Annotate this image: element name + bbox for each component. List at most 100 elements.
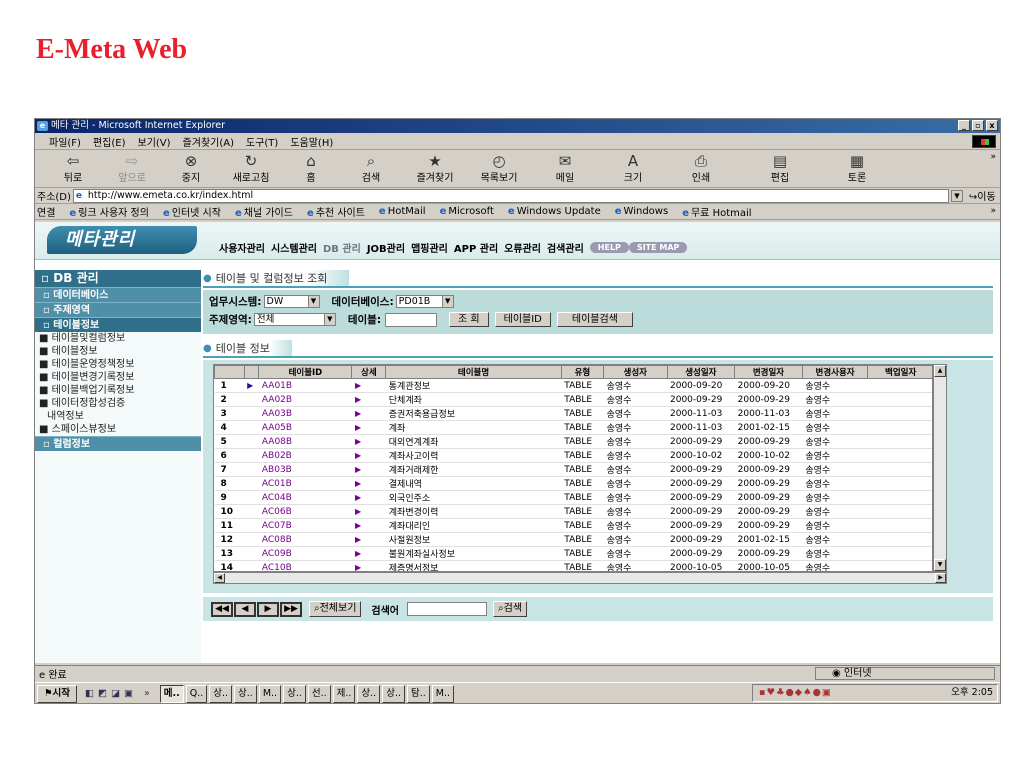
scroll-right-icon[interactable]: ▶ [935, 573, 946, 583]
refresh-button[interactable]: ↻ 새로고침 [219, 152, 283, 186]
taskbar-task[interactable]: 상.. [382, 684, 405, 703]
col-header-changed[interactable]: 변경일자 [734, 365, 803, 379]
prev-page-button[interactable]: ◀ [234, 601, 256, 617]
detail-arrow-icon[interactable]: ▶ [351, 532, 386, 547]
discuss-button[interactable]: ▦ 토론 [825, 152, 889, 186]
detail-arrow-icon[interactable]: ▶ [351, 378, 386, 393]
sidebar-item-database[interactable]: ▫ 데이터베이스 [35, 287, 201, 302]
nav-job-mgmt[interactable]: JOB관리 [367, 240, 405, 255]
col-header-type[interactable]: 유형 [560, 365, 605, 379]
link-channel-guide[interactable]: e 채널 가이드 [235, 204, 293, 219]
link-free-hotmail[interactable]: e 무료 Hotmail [682, 204, 751, 219]
taskbar-task[interactable]: 상.. [209, 684, 233, 703]
detail-arrow-icon[interactable]: ▶ [351, 490, 386, 505]
table-row[interactable]: 1 ▶ AA01B ▶ 통계관정보 TABLE 송영수 2000-09-20 2000-09-2… [214, 378, 932, 393]
menu-file[interactable]: 파일(F) [49, 134, 81, 149]
view-all-button[interactable]: ⌕전체보기 [309, 601, 362, 617]
nav-user-mgmt[interactable]: 사용자관리 [219, 240, 265, 255]
link-recommended[interactable]: e 추천 사이트 [307, 204, 365, 219]
next-page-button[interactable]: ▶ [257, 601, 279, 617]
detail-arrow-icon[interactable]: ▶ [351, 406, 386, 421]
menu-edit[interactable]: 편집(E) [93, 134, 126, 149]
taskbar-task[interactable]: 메.. [159, 684, 184, 703]
sitemap-button[interactable]: SITE MAP [628, 242, 688, 253]
maximize-button[interactable]: ▫ [972, 120, 984, 131]
first-page-button[interactable]: ◀◀ [211, 601, 233, 617]
sidebar-item-table-policy[interactable]: ■ 테이블운영정책정보 [35, 358, 201, 371]
detail-arrow-icon[interactable]: ▶ [351, 420, 386, 435]
menu-help[interactable]: 도움말(H) [290, 134, 333, 149]
sidebar-item-table-change[interactable]: ■ 테이블변경기록정보 [35, 371, 201, 384]
col-header-changer[interactable]: 변경사용자 [801, 365, 869, 379]
link-microsoft[interactable]: e Microsoft [440, 206, 494, 217]
search-button[interactable]: ⌕ 검색 [339, 152, 403, 186]
table-row[interactable]: 12 AC08B ▶ 사절원정보 TABLE 송영수 2000-09-29 2001-02-1… [214, 532, 932, 547]
link-windows[interactable]: e Windows [615, 206, 668, 217]
table-row[interactable]: 5 AA08B ▶ 대외연계계좌 TABLE 송영수 2000-09-29 2000-09-2… [214, 434, 932, 449]
menu-view[interactable]: 보기(V) [138, 134, 171, 149]
link-windows-update[interactable]: e Windows Update [508, 206, 601, 217]
detail-arrow-icon[interactable]: ▶ [351, 392, 386, 407]
sidebar-item-table-info[interactable]: ▫ 테이블정보 [35, 317, 201, 332]
favorites-button[interactable]: ★ 즐겨찾기 [403, 152, 467, 186]
col-header-detail[interactable]: 상세 [351, 365, 387, 379]
query-button[interactable]: 조 회 [449, 312, 489, 327]
table-row[interactable]: 4 AA05B ▶ 계좌 TABLE 송영수 2000-11-03 2001-02-15 송영수 [214, 420, 932, 435]
forward-button[interactable]: ⇨ 앞으로 [101, 152, 163, 186]
scroll-left-icon[interactable]: ◀ [214, 573, 225, 583]
table-row[interactable]: 9 AC04B ▶ 외국인주소 TABLE 송영수 2000-09-29 2000-09-29… [214, 490, 932, 505]
back-button[interactable]: ⇦ 뒤로 [45, 152, 101, 186]
sidebar-header[interactable]: ▫ DB 관리 [35, 270, 201, 287]
last-page-button[interactable]: ▶▶ [280, 601, 302, 617]
system-select[interactable]: DW ▼ [263, 295, 320, 308]
table-id-button[interactable]: 테이블ID [494, 312, 551, 327]
keyword-input[interactable] [407, 602, 488, 616]
detail-arrow-icon[interactable]: ▶ [351, 434, 386, 449]
nav-app-mgmt[interactable]: APP 관리 [454, 240, 498, 255]
col-header-creator[interactable]: 생성자 [603, 365, 668, 379]
window-titlebar[interactable]: e 메타 관리 - Microsoft Internet Explorer _ … [35, 119, 1000, 133]
col-header-table-name[interactable]: 테이블명 [385, 365, 562, 379]
table-row[interactable]: 11 AC07B ▶ 계좌대리인 TABLE 송영수 2000-09-29 2000-09-2… [214, 518, 932, 533]
database-select[interactable]: PD01B ▼ [395, 295, 454, 308]
links-more-chevron-icon[interactable]: » [990, 206, 996, 216]
edit-button[interactable]: ▤ 편집 [735, 152, 825, 186]
scroll-down-icon[interactable]: ▼ [934, 559, 946, 571]
taskbar-task[interactable]: M.. [431, 684, 455, 703]
detail-arrow-icon[interactable]: ▶ [351, 518, 386, 533]
go-button[interactable]: ↪이동 [969, 188, 996, 203]
menu-tools[interactable]: 도구(T) [246, 134, 278, 149]
taskbar-task[interactable]: Q.. [185, 684, 208, 703]
vertical-scrollbar[interactable]: ▲ ▼ [933, 364, 947, 572]
home-button[interactable]: ⌂ 홈 [283, 152, 339, 186]
nav-search-mgmt[interactable]: 검색관리 [547, 240, 584, 255]
col-header-backup[interactable]: 백업일자 [867, 365, 932, 379]
detail-arrow-icon[interactable]: ▶ [351, 504, 386, 519]
menu-favorites[interactable]: 즐겨찾기(A) [183, 134, 234, 149]
nav-system-mgmt[interactable]: 시스템관리 [271, 240, 317, 255]
table-row[interactable]: 8 AC01B ▶ 결제내역 TABLE 송영수 2000-09-29 2000-09-29 송… [214, 476, 932, 491]
sidebar-item-history[interactable]: 내역정보 [35, 410, 201, 423]
start-button[interactable]: ⚑시작 [37, 684, 78, 703]
table-row[interactable]: 14 AC10B ▶ 제증명서정보 TABLE 송영수 2000-10-05 2000-10-… [214, 560, 932, 571]
nav-mapping-mgmt[interactable]: 맵핑관리 [411, 240, 448, 255]
sidebar-item-table-backup[interactable]: ■ 테이블백업기록정보 [35, 384, 201, 397]
col-header-table-id[interactable]: 테이블ID [258, 365, 353, 379]
table-input[interactable] [385, 312, 438, 327]
taskbar-task[interactable]: 제.. [332, 684, 356, 703]
close-button[interactable]: x [986, 120, 998, 131]
tray-icons[interactable]: ▪♥♣●◆♠●▣ [759, 685, 832, 701]
table-row[interactable]: 6 AB02B ▶ 계좌사고이력 TABLE 송영수 2000-10-02 2000-10-0… [214, 448, 932, 463]
detail-arrow-icon[interactable]: ▶ [351, 476, 386, 491]
detail-arrow-icon[interactable]: ▶ [351, 462, 386, 477]
print-button[interactable]: ⎙ 인쇄 [667, 152, 735, 186]
minimize-button[interactable]: _ [958, 120, 970, 131]
taskbar-task[interactable]: 선.. [307, 684, 331, 703]
link-internet-start[interactable]: e 인터넷 시작 [163, 204, 221, 219]
col-header-created[interactable]: 생성일자 [666, 365, 736, 379]
table-row[interactable]: 7 AB03B ▶ 계좌거래제한 TABLE 송영수 2000-09-29 2000-09-2… [214, 462, 932, 477]
app-logo[interactable]: 메타관리 [47, 226, 197, 254]
address-input[interactable]: http://www.emeta.co.kr/index.html [72, 188, 949, 203]
table-row[interactable]: 13 AC09B ▶ 불원계좌실사정보 TABLE 송영수 2000-09-29 2000-0… [214, 546, 932, 561]
sidebar-item-data-integrity[interactable]: ■ 데이터정합성검증 [35, 397, 201, 410]
